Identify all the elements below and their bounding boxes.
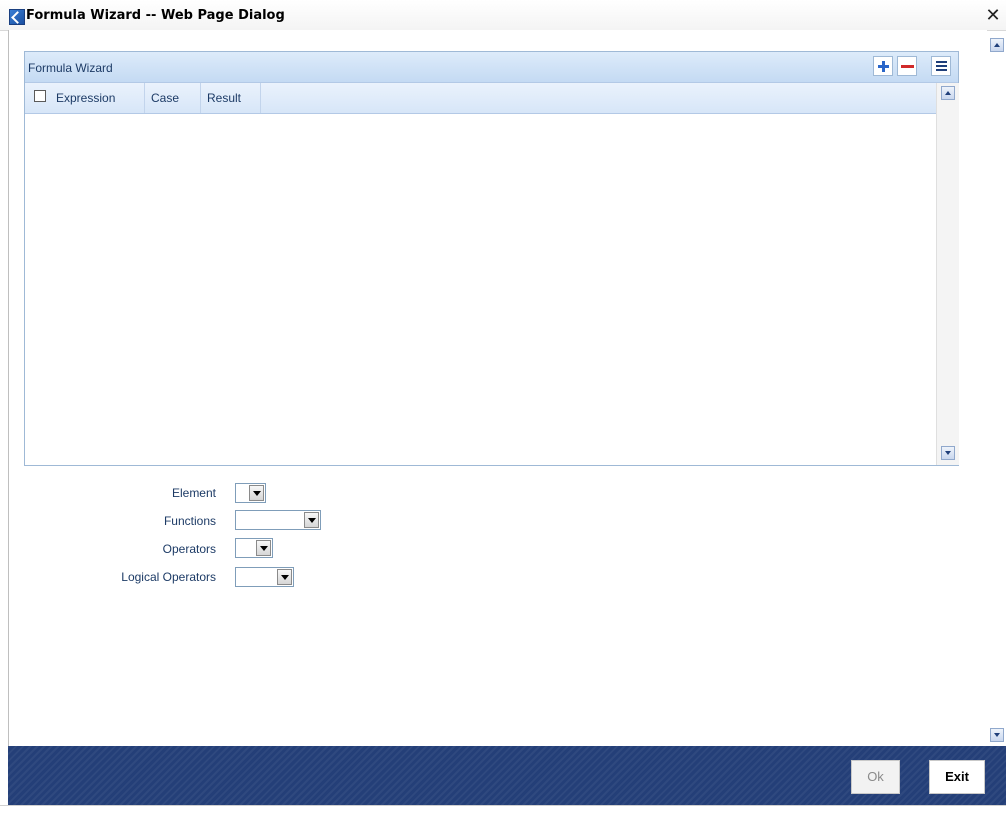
page-scrollbar[interactable] bbox=[987, 38, 1006, 744]
column-header-case[interactable]: Case bbox=[145, 83, 201, 113]
scroll-up-arrow-icon[interactable] bbox=[990, 38, 1004, 52]
single-view-icon[interactable] bbox=[931, 56, 951, 76]
delete-row-icon[interactable] bbox=[897, 56, 917, 76]
select-all-checkbox[interactable] bbox=[34, 90, 46, 102]
footer-bar: Ok Exit bbox=[8, 746, 1006, 805]
grid-column-headers: Expression Case Result bbox=[25, 83, 936, 114]
functions-dropdown-icon[interactable] bbox=[304, 512, 319, 528]
operators-dropdown-icon[interactable] bbox=[256, 540, 271, 556]
operators-select[interactable] bbox=[235, 538, 273, 558]
logical-operators-label: Logical Operators bbox=[121, 570, 216, 584]
close-icon[interactable]: ✕ bbox=[985, 7, 1001, 25]
logical-operators-dropdown-icon[interactable] bbox=[277, 569, 292, 585]
status-strip bbox=[0, 805, 1006, 819]
window-title: Formula Wizard -- Web Page Dialog bbox=[26, 8, 285, 23]
element-dropdown-icon[interactable] bbox=[249, 485, 264, 501]
scroll-down-arrow-icon[interactable] bbox=[990, 728, 1004, 742]
app-icon bbox=[9, 9, 25, 25]
grid-scroll-up-icon[interactable] bbox=[941, 86, 955, 100]
element-label: Element bbox=[171, 486, 216, 500]
logical-operators-select[interactable] bbox=[235, 567, 294, 587]
operators-label: Operators bbox=[162, 542, 216, 556]
panel-header: Formula Wizard bbox=[25, 52, 958, 83]
column-header-expression[interactable]: Expression bbox=[50, 83, 145, 113]
grid-scrollbar[interactable] bbox=[936, 83, 959, 465]
grid-scroll-down-icon[interactable] bbox=[941, 446, 955, 460]
formula-grid-panel: Formula Wizard Expression Case Result bbox=[24, 51, 959, 466]
exit-button[interactable]: Exit bbox=[929, 760, 985, 794]
element-select[interactable] bbox=[235, 483, 266, 503]
panel-title: Formula Wizard bbox=[28, 61, 113, 75]
title-bar: Formula Wizard -- Web Page Dialog ✕ bbox=[0, 0, 1006, 31]
ok-button[interactable]: Ok bbox=[851, 760, 900, 794]
column-header-result[interactable]: Result bbox=[201, 83, 261, 113]
functions-select[interactable] bbox=[235, 510, 321, 530]
functions-label: Functions bbox=[163, 514, 216, 528]
add-row-icon[interactable] bbox=[873, 56, 893, 76]
